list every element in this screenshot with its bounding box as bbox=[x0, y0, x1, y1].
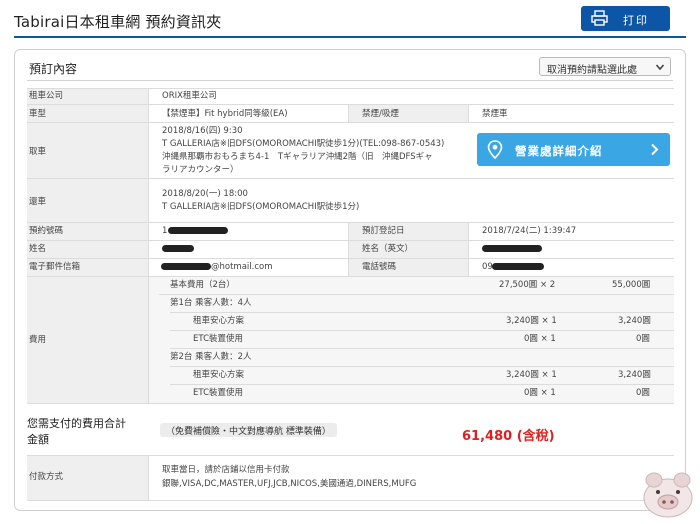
row-divider bbox=[27, 88, 674, 89]
col-divider bbox=[148, 455, 149, 500]
row-divider bbox=[27, 500, 674, 501]
fee-divider bbox=[170, 330, 674, 331]
fee-item-label: 租車安心方案 bbox=[193, 316, 245, 326]
redacted-mark bbox=[161, 263, 211, 270]
car-type-label: 車型 bbox=[29, 109, 47, 119]
fee-item-unit: 0圓 × 1 bbox=[524, 334, 556, 344]
row-divider bbox=[27, 240, 674, 241]
pig-watermark-icon bbox=[643, 472, 693, 518]
print-label: 打印 bbox=[623, 14, 649, 27]
fee-divider bbox=[170, 348, 674, 349]
row-divider bbox=[27, 122, 674, 123]
booking-no-label: 預約號碼 bbox=[29, 226, 64, 236]
return-label: 還車 bbox=[29, 197, 47, 207]
fee-item-total: 0圓 bbox=[636, 334, 650, 344]
map-pin-icon bbox=[487, 140, 503, 159]
email-label: 電子郵件信箱 bbox=[29, 262, 81, 272]
office-details-label: 營業處詳細介紹 bbox=[515, 144, 603, 158]
fee-item-label: ETC裝置使用 bbox=[193, 388, 244, 398]
card-title: 預訂內容 bbox=[29, 62, 78, 76]
col-divider bbox=[468, 222, 469, 276]
cancel-select-label: 取消預約請點選此處 bbox=[547, 65, 637, 76]
booking-no-value: 1 bbox=[162, 226, 168, 236]
pickup-datetime: 2018/8/16(四) 9:30 bbox=[162, 126, 243, 136]
reg-date-value: 2018/7/24(二) 1:39:47 bbox=[482, 226, 577, 236]
chevron-down-icon bbox=[655, 64, 665, 71]
row-divider bbox=[27, 276, 674, 277]
cancel-reservation-select[interactable]: 取消預約請點選此處 bbox=[539, 57, 671, 76]
redacted-mark bbox=[492, 263, 544, 270]
row-divider bbox=[27, 455, 674, 456]
redacted-mark bbox=[162, 245, 194, 252]
pickup-location: T GALLERIA店※旧DFS(OMOROMACHI駅徒歩1分)(TEL:09… bbox=[162, 139, 445, 149]
company-value: ORIX租車公司 bbox=[162, 91, 217, 101]
page-title: Tabirai日本租車網 預約資訊夾 bbox=[14, 13, 222, 31]
payment-instruction: 取車當日，請於店鋪以信用卡付款 bbox=[162, 465, 290, 475]
card-divider bbox=[27, 80, 673, 81]
total-label: 您需支付的費用合計金額 bbox=[27, 417, 126, 446]
reg-date-label: 預訂登記日 bbox=[362, 226, 405, 236]
header-divider bbox=[14, 36, 686, 38]
return-location: T GALLERIA店※旧DFS(OMOROMACHI駅徒歩1分) bbox=[162, 202, 360, 212]
name-label: 姓名 bbox=[29, 244, 47, 254]
fee-divider bbox=[159, 294, 674, 295]
fee-item-total: 0圓 bbox=[636, 388, 650, 398]
fee-item-label: ETC裝置使用 bbox=[193, 334, 244, 344]
name-en-label: 姓名（英文） bbox=[362, 244, 414, 254]
fee-divider bbox=[170, 312, 674, 313]
return-datetime: 2018/8/20(一) 18:00 bbox=[162, 189, 248, 199]
included-features-tag: （免費補償險・中文對應導航 標準裝備） bbox=[160, 423, 337, 437]
redacted-mark bbox=[482, 245, 542, 252]
fee-item-unit: 3,240圓 × 1 bbox=[506, 370, 557, 380]
row-divider bbox=[27, 222, 674, 223]
car-type-value: 【禁煙車】Fit hybrid同等級(EA) bbox=[162, 109, 288, 119]
company-label: 租車公司 bbox=[29, 91, 64, 101]
col-divider bbox=[348, 222, 349, 276]
smoke-value: 禁煙車 bbox=[482, 109, 508, 119]
fees-label: 費用 bbox=[29, 335, 47, 345]
phone-label: 電話號碼 bbox=[362, 262, 397, 272]
reservation-card: 預訂內容 取消預約請點選此處 租車公司 ORIX租車公司 車型 【禁煙車】Fit… bbox=[14, 49, 686, 511]
car2-passengers: 第2台 乘客人數：2人 bbox=[170, 352, 252, 362]
print-button[interactable]: 打印 bbox=[581, 6, 670, 31]
total-amount: 61,480 (含稅) bbox=[462, 429, 555, 444]
basic-fee-unit: 27,500圓 × 2 bbox=[499, 280, 556, 290]
page-header: Tabirai日本租車網 預約資訊夾 打印 bbox=[0, 0, 700, 38]
printer-icon bbox=[591, 10, 608, 26]
col-divider bbox=[468, 104, 469, 122]
pickup-address-cont: ラリアカウンター） bbox=[162, 165, 239, 175]
payment-label: 付款方式 bbox=[29, 472, 64, 482]
office-details-button[interactable]: 營業處詳細介紹 bbox=[477, 133, 670, 166]
pickup-label: 取車 bbox=[29, 147, 47, 157]
redacted-mark bbox=[168, 227, 228, 234]
fee-divider bbox=[170, 366, 674, 367]
row-divider bbox=[27, 178, 674, 179]
payment-cards: 銀聯,VISA,DC,MASTER,UFJ,JCB,NICOS,美國通過,DIN… bbox=[162, 479, 417, 489]
fee-item-label: 租車安心方案 bbox=[193, 370, 245, 380]
basic-fee-label: 基本費用（2台） bbox=[170, 280, 235, 290]
row-divider bbox=[27, 403, 674, 404]
col-divider bbox=[348, 104, 349, 122]
fee-item-total: 3,240圓 bbox=[618, 370, 651, 380]
smoke-label: 禁煙/吸煙 bbox=[362, 109, 399, 119]
row-divider bbox=[27, 104, 674, 105]
email-value: @hotmail.com bbox=[211, 262, 273, 272]
fee-item-unit: 3,240圓 × 1 bbox=[506, 316, 557, 326]
car1-passengers: 第1台 乘客人數：4人 bbox=[170, 298, 252, 308]
col-divider bbox=[148, 88, 149, 403]
basic-fee-total: 55,000圓 bbox=[612, 280, 651, 290]
fee-item-unit: 0圓 × 1 bbox=[524, 388, 556, 398]
row-divider bbox=[27, 258, 674, 259]
chevron-right-icon bbox=[651, 143, 659, 156]
pickup-address: 沖縄県那覇市おもろまち4-1 Tギャラリア沖縄2階（旧 沖縄DFSギャ bbox=[162, 152, 433, 162]
fee-divider bbox=[170, 384, 674, 385]
fee-item-total: 3,240圓 bbox=[618, 316, 651, 326]
